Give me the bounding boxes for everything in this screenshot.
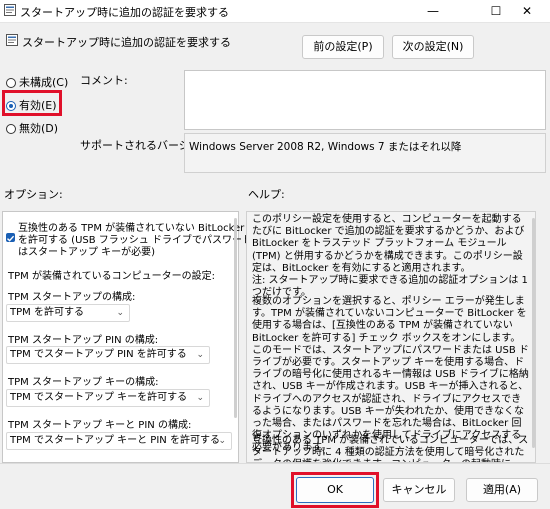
chevron-down-icon: ⌄ [218,436,226,446]
options-scrollbar[interactable] [234,218,237,418]
tpm-computers-label: TPM が装備されているコンピューターの設定: [8,271,216,282]
comment-field[interactable] [184,70,546,130]
select-value: TPM でスタートアップ キーと PIN を許可する [10,435,220,446]
chevron-down-icon: ⌄ [116,308,124,318]
help-scrollbar[interactable] [532,218,535,448]
radio-circle[interactable] [6,78,16,88]
chevron-down-icon: ⌄ [196,393,204,403]
select-value: TPM でスタートアップ PIN を許可する [10,349,187,360]
allow-bitlocker-checkbox[interactable] [6,233,15,242]
highlight-ok [291,472,379,508]
window-title: スタートアップ時に追加の認証を要求する [20,6,229,19]
prev-setting-button[interactable]: 前の設定(P) [302,35,384,59]
checkbox-label: はスタートアップ キーが必要) [18,247,156,258]
select-value: TPM でスタートアップ キーを許可する [10,392,188,403]
radio-not-configured[interactable]: 未構成(C) [6,74,68,90]
radio-circle[interactable] [6,124,16,134]
help-paragraph: このポリシー設定を使用すると、コンピューターを起動するたびに BitLocker… [252,214,525,274]
close-button[interactable]: ✕ [504,0,550,22]
cancel-button[interactable]: キャンセル [383,478,455,502]
tpm-pin-select[interactable]: TPM でスタートアップ PIN を許可する ⌄ [6,346,210,364]
options-panel[interactable]: 互換性のある TPM が装備されていない BitLocker を許可する (US… [2,211,272,463]
policy-icon [4,4,16,16]
tpm-startup-label: TPM スタートアップの構成: [8,292,136,303]
tpm-key-pin-label: TPM スタートアップ キーと PIN の構成: [8,420,192,431]
help-panel: このポリシー設定を使用すると、コンピューターを起動するたびに BitLocker… [246,211,536,463]
radio-disabled[interactable]: 無効(D) [6,120,58,136]
help-paragraph: 互換性のある TPM が装備されているコンピューターでは、スタートアップ時に 4… [252,435,529,462]
radio-label: 無効(D) [19,122,59,135]
next-setting-button[interactable]: 次の設定(N) [392,35,474,59]
radio-label: 未構成(C) [19,76,69,89]
chevron-down-icon: ⌄ [196,350,204,360]
apply-button[interactable]: 適用(A) [466,478,538,502]
comment-label: コメント: [80,74,128,87]
help-paragraph: 複数のオプションを選択すると、ポリシー エラーが発生します。TPM が装備されて… [252,296,529,454]
tpm-key-pin-select[interactable]: TPM でスタートアップ キーと PIN を許可する ⌄ [6,432,232,450]
policy-name: スタートアップ時に追加の認証を要求する [22,36,231,49]
footer-divider [0,463,550,464]
tpm-key-label: TPM スタートアップ キーの構成: [8,377,159,388]
select-value: TPM を許可する [10,307,84,318]
options-label: オプション: [4,188,63,201]
supported-value: Windows Server 2008 R2, Windows 7 またはそれ以… [189,141,462,153]
tpm-pin-label: TPM スタートアップ PIN の構成: [8,335,159,346]
check-icon [7,235,15,242]
tpm-key-select[interactable]: TPM でスタートアップ キーを許可する ⌄ [6,389,210,407]
title-bar: スタートアップ時に追加の認証を要求する — ☐ ✕ [0,0,550,23]
tpm-startup-select[interactable]: TPM を許可する ⌄ [6,304,130,322]
highlight-enabled [2,90,62,116]
minimize-button[interactable]: — [410,0,456,22]
help-label: ヘルプ: [248,188,285,201]
supported-field: Windows Server 2008 R2, Windows 7 またはそれ以… [184,133,546,173]
policy-icon [6,34,18,46]
